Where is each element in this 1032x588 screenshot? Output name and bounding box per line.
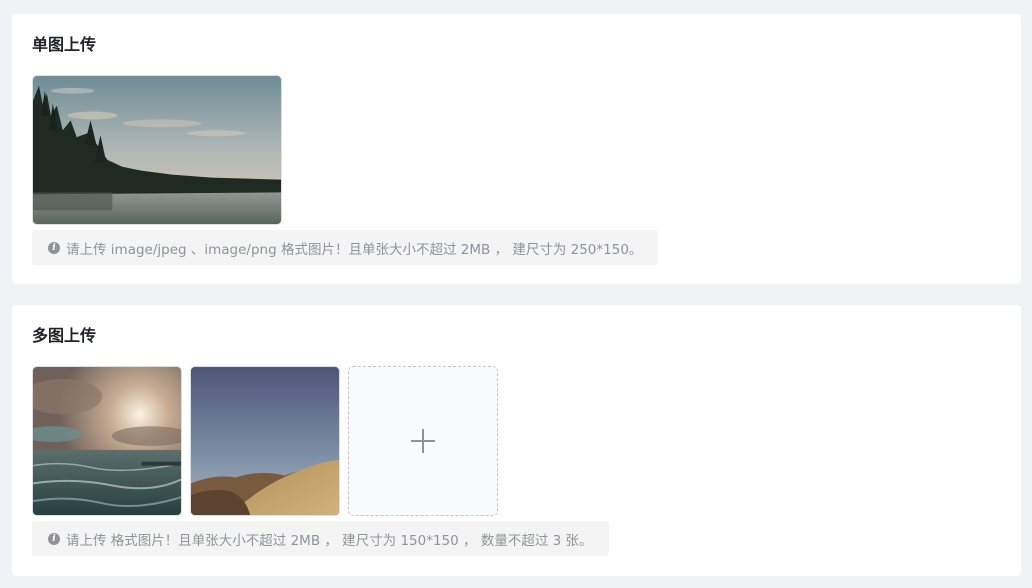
- info-icon: i: [48, 532, 60, 545]
- plus-icon-vertical: [422, 429, 424, 453]
- uploaded-image-hills[interactable]: [190, 366, 340, 516]
- single-upload-tip: i 请上传 image/jpeg 、image/png 格式图片！且单张大小不超…: [32, 230, 659, 265]
- hills-sky-image: [191, 367, 339, 515]
- add-image-button[interactable]: [348, 366, 498, 516]
- single-upload-title: 单图上传: [32, 35, 97, 54]
- lake-landscape-image: [33, 76, 281, 224]
- single-upload-card: 单图上传 i 请上传 image/jpeg 、image/png 格式图片！且单…: [12, 14, 1021, 284]
- single-upload-tip-text: 请上传 image/jpeg 、image/png 格式图片！且单张大小不超过 …: [66, 241, 643, 258]
- ocean-sunset-image: [33, 367, 181, 515]
- info-icon: i: [48, 241, 60, 254]
- multi-upload-tip-text: 请上传 格式图片！且单张大小不超过 2MB ， 建尺寸为 150*150 ， 数…: [66, 532, 593, 549]
- multi-upload-card: 多图上传 i 请上传 格式图片！且单张大小不超过 2MB ， 建尺寸为 150*…: [12, 305, 1021, 576]
- uploaded-image-ocean[interactable]: [32, 366, 182, 516]
- multi-upload-title: 多图上传: [32, 326, 97, 345]
- multi-upload-tip: i 请上传 格式图片！且单张大小不超过 2MB ， 建尺寸为 150*150 ，…: [32, 521, 609, 556]
- uploaded-image-lake[interactable]: [32, 75, 282, 225]
